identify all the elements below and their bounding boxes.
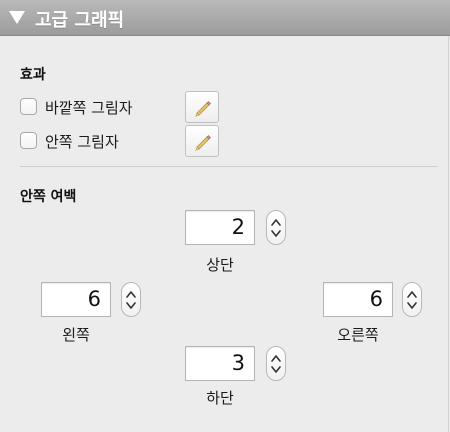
advanced-graphics-panel: 효과 바깥쪽 그림자 안쪽 그림자 안쪽 여백 2 상단 6 왼쪽 6 오른쪽 … <box>0 36 449 432</box>
left-margin-stepper[interactable] <box>121 282 141 317</box>
top-margin-value: 2 <box>231 215 245 239</box>
right-margin-field[interactable]: 6 <box>323 282 393 317</box>
stepper-arrows-icon <box>271 355 281 373</box>
outer-shadow-edit-button[interactable] <box>185 91 219 123</box>
left-margin-label: 왼쪽 <box>62 326 90 344</box>
outer-shadow-label: 바깥쪽 그림자 <box>45 99 133 117</box>
pencil-icon <box>195 135 211 151</box>
divider <box>20 166 438 167</box>
section-title: 고급 그래픽 <box>35 10 125 31</box>
stepper-arrows-icon <box>271 219 281 237</box>
right-margin-stepper[interactable] <box>402 282 422 317</box>
top-margin-field[interactable]: 2 <box>185 210 255 245</box>
outer-shadow-checkbox[interactable] <box>20 98 37 115</box>
inner-shadow-checkbox[interactable] <box>20 132 37 149</box>
bottom-margin-value: 3 <box>231 351 245 375</box>
top-margin-stepper[interactable] <box>266 210 286 245</box>
disclosure-triangle-icon[interactable] <box>9 11 25 24</box>
stepper-arrows-icon <box>407 291 417 309</box>
pencil-icon <box>195 101 211 117</box>
top-margin-label: 상단 <box>206 256 234 274</box>
left-margin-field[interactable]: 6 <box>41 282 111 317</box>
inner-shadow-label: 안쪽 그림자 <box>45 133 119 151</box>
section-header[interactable]: 고급 그래픽 <box>0 0 450 36</box>
inner-shadow-edit-button[interactable] <box>185 125 219 157</box>
bottom-margin-stepper[interactable] <box>266 346 286 381</box>
effects-title: 효과 <box>20 67 46 83</box>
inner-margin-title: 안쪽 여백 <box>20 189 77 205</box>
stepper-arrows-icon <box>126 291 136 309</box>
right-margin-label: 오른쪽 <box>337 326 379 344</box>
bottom-margin-label: 하단 <box>206 389 234 407</box>
left-margin-value: 6 <box>87 287 101 311</box>
bottom-margin-field[interactable]: 3 <box>185 346 255 381</box>
right-margin-value: 6 <box>369 287 383 311</box>
